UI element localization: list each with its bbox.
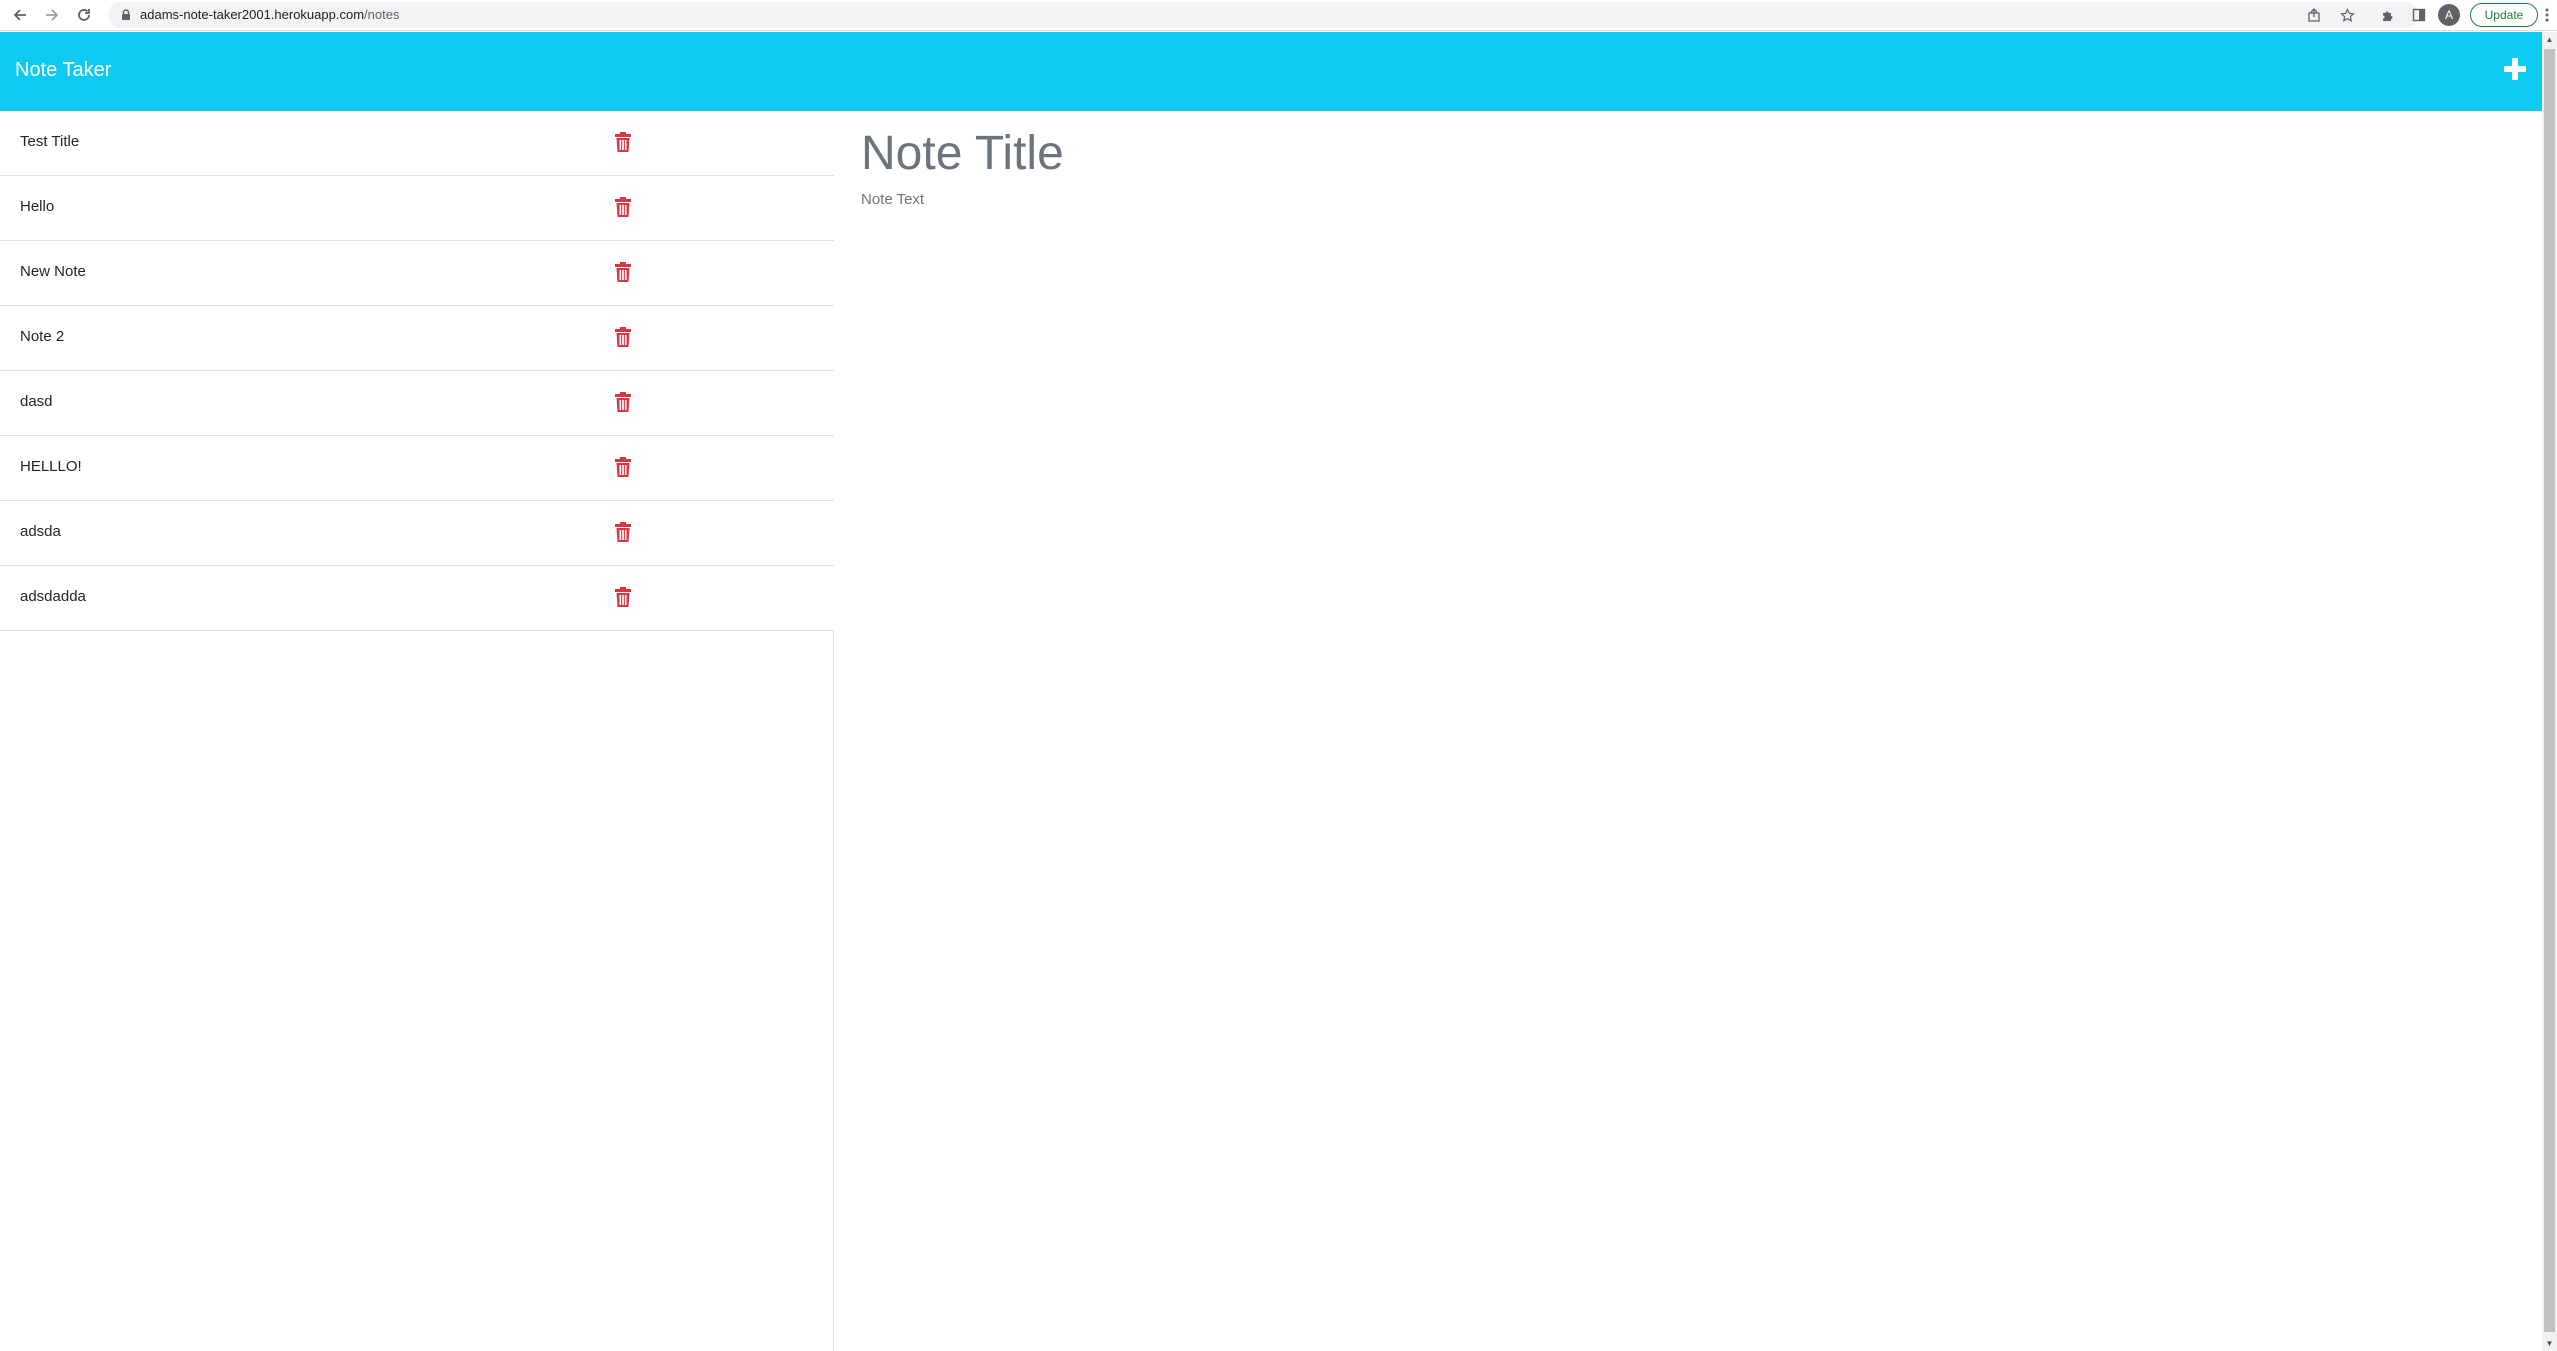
star-icon[interactable] xyxy=(2336,4,2358,26)
browser-toolbar: adams-note-taker2001.herokuapp.com/notes… xyxy=(0,0,2557,31)
update-button[interactable]: Update xyxy=(2470,3,2538,27)
url-host: adams-note-taker2001.herokuapp.com xyxy=(140,7,365,22)
note-list-item[interactable]: Test Title xyxy=(0,111,834,176)
share-icon[interactable] xyxy=(2303,4,2325,26)
scroll-up-arrow-icon[interactable]: ▲ xyxy=(2542,32,2557,47)
trash-icon[interactable] xyxy=(614,131,632,153)
note-title-input[interactable] xyxy=(861,121,2461,185)
trash-icon[interactable] xyxy=(614,196,632,218)
note-list-item[interactable]: adsda xyxy=(0,501,834,566)
note-list-item[interactable]: Hello xyxy=(0,176,834,241)
scroll-thumb[interactable] xyxy=(2544,49,2555,1332)
lock-icon[interactable] xyxy=(119,8,133,22)
extensions-icon[interactable] xyxy=(2376,4,2398,26)
note-list-item[interactable]: Note 2 xyxy=(0,306,834,371)
note-item-title: Test Title xyxy=(20,133,80,150)
avatar[interactable]: A xyxy=(2438,4,2460,26)
note-item-title: Note 2 xyxy=(20,328,65,345)
trash-icon[interactable] xyxy=(614,521,632,543)
note-item-title: Hello xyxy=(20,198,55,215)
reload-icon[interactable] xyxy=(74,5,94,25)
note-item-title: New Note xyxy=(20,263,86,280)
note-text-input[interactable] xyxy=(861,191,2461,791)
note-list: Test Title Hello New Note Note 2 dasd HELLLO!… xyxy=(0,111,834,1351)
address-bar[interactable]: adams-note-taker2001.herokuapp.com/notes xyxy=(108,2,2418,28)
note-list-item[interactable]: HELLLO! xyxy=(0,436,834,501)
plus-icon[interactable] xyxy=(2502,56,2528,82)
trash-icon[interactable] xyxy=(614,586,632,608)
trash-icon[interactable] xyxy=(614,391,632,413)
kebab-menu-icon[interactable] xyxy=(2540,4,2554,26)
note-item-title: adsda xyxy=(20,523,61,540)
trash-icon[interactable] xyxy=(614,326,632,348)
url-path: /notes xyxy=(364,7,400,22)
note-item-title: adsdadda xyxy=(20,588,86,605)
scrollbar[interactable]: ▲ ▼ xyxy=(2542,32,2557,1351)
trash-icon[interactable] xyxy=(614,261,632,283)
forward-icon[interactable] xyxy=(42,5,62,25)
note-list-item[interactable]: adsdadda xyxy=(0,566,834,631)
trash-icon[interactable] xyxy=(614,456,632,478)
note-editor xyxy=(835,111,2542,1351)
side-panel-icon[interactable] xyxy=(2408,4,2430,26)
scroll-down-arrow-icon[interactable]: ▼ xyxy=(2542,1336,2557,1351)
note-item-title: dasd xyxy=(20,393,53,410)
back-icon[interactable] xyxy=(10,5,30,25)
note-item-title: HELLLO! xyxy=(20,458,82,475)
url-text[interactable]: adams-note-taker2001.herokuapp.com/notes xyxy=(140,7,399,22)
note-list-item[interactable]: New Note xyxy=(0,241,834,306)
app-title[interactable]: Note Taker xyxy=(15,59,111,82)
note-list-item[interactable]: dasd xyxy=(0,371,834,436)
app-header: Note Taker xyxy=(0,32,2542,111)
